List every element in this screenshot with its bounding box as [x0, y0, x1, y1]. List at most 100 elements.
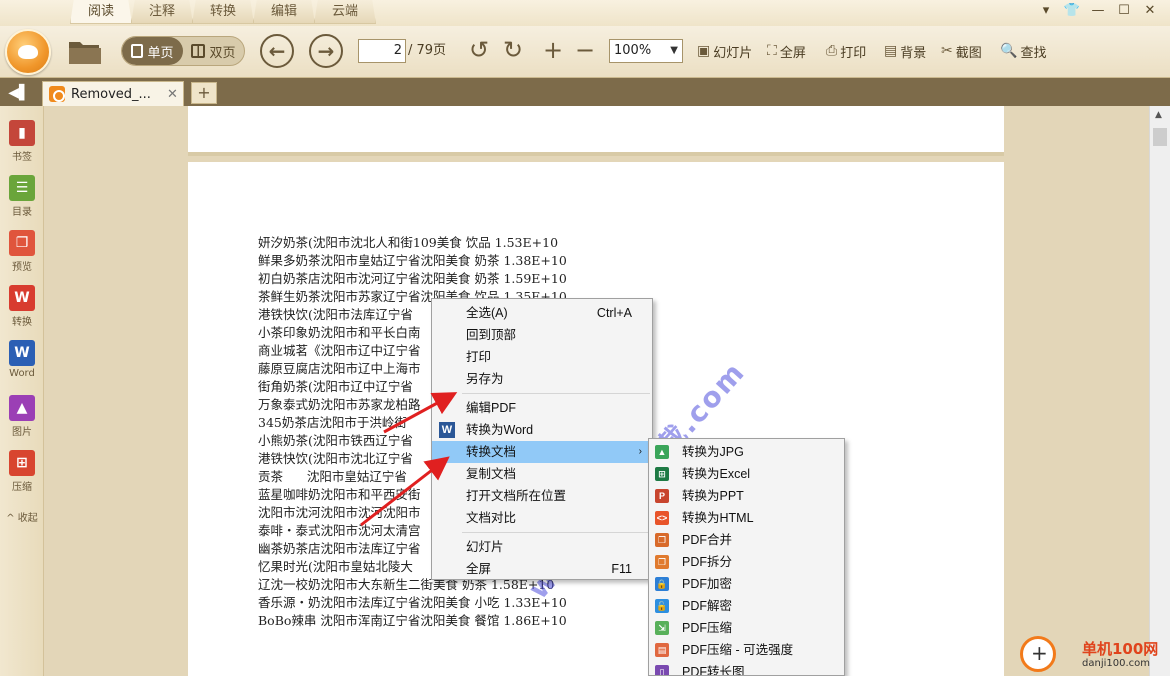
menu-item-label: 复制文档	[466, 467, 517, 481]
fullscreen-button[interactable]: ⛶ 全屏	[767, 38, 806, 64]
menu-tab-read[interactable]: 阅读	[70, 0, 132, 24]
sidebar-label: Word	[9, 368, 35, 379]
site-badge-title: 单机100网	[1082, 640, 1159, 658]
submenu-item-pdf-split[interactable]: ❐ PDF拆分	[649, 551, 844, 573]
arrow-right-icon: →	[317, 39, 335, 63]
menu-item-print[interactable]: 打印	[432, 346, 652, 368]
zoom-out-icon[interactable]: −	[572, 36, 598, 64]
convert-icon: W	[9, 285, 35, 311]
document-tab[interactable]: Removed_... ✕	[42, 81, 184, 106]
sidebar-collapse-button[interactable]: ^ 收起	[0, 509, 44, 524]
menu-tab-annotate[interactable]: 注释	[131, 0, 193, 24]
double-page-label: 双页	[209, 45, 236, 61]
maximize-icon[interactable]: ☐	[1114, 2, 1134, 20]
page-total-label: / 79页	[408, 43, 447, 58]
submenu-item-to-ppt[interactable]: P 转换为PPT	[649, 485, 844, 507]
context-menu: 全选(A) Ctrl+A 回到顶部 打印 另存为 编辑PDF W 转换为Word 转…	[431, 298, 653, 580]
site-logo-icon	[1020, 636, 1056, 672]
menu-item-compare[interactable]: 文档对比	[432, 507, 652, 529]
submenu-item-pdf-merge[interactable]: ❐ PDF合并	[649, 529, 844, 551]
page-mode-switch: 单页 双页	[121, 36, 245, 66]
submenu-item-label: 转换为JPG	[682, 445, 744, 459]
menu-tab-edit[interactable]: 编辑	[253, 0, 315, 24]
menu-item-label: 文档对比	[466, 511, 517, 525]
print-button[interactable]: ⎙ 打印	[826, 38, 866, 64]
sidebar-item-bookmark[interactable]: ▮ 书签	[0, 106, 44, 163]
menu-item-open-location[interactable]: 打开文档所在位置	[432, 485, 652, 507]
submenu-item-pdf-compress-strength[interactable]: ▤ PDF压缩 - 可选强度	[649, 639, 844, 661]
scroll-up-icon[interactable]: ▲	[1155, 110, 1162, 120]
zoom-in-icon[interactable]: +	[540, 36, 566, 64]
jpg-icon: ▲	[655, 445, 669, 459]
bookmark-icon: ▮	[9, 120, 35, 146]
background-button[interactable]: ▤ 背景	[884, 38, 926, 64]
menu-item-select-all[interactable]: 全选(A) Ctrl+A	[432, 302, 652, 324]
word-icon: W	[439, 422, 455, 438]
menu-separator	[462, 393, 650, 394]
tab-close-icon[interactable]: ✕	[167, 87, 178, 102]
prev-page-button[interactable]: ←	[260, 34, 294, 68]
menu-item-convert-document[interactable]: 转换文档 ›	[432, 441, 652, 463]
collapse-sidebar-icon[interactable]: ◀▌	[4, 82, 34, 104]
menu-arrow-icon[interactable]: ▾	[1036, 2, 1056, 20]
background-icon: ▤	[884, 43, 898, 59]
sidebar-item-image[interactable]: ▲ 图片	[0, 381, 44, 438]
menu-item-fullscreen[interactable]: 全屏 F11	[432, 558, 652, 580]
sidebar-item-word[interactable]: W Word	[0, 326, 44, 382]
slideshow-button[interactable]: ▣ 幻灯片	[697, 38, 752, 64]
document-line: 妍汐奶茶(沈阳市沈北人和街109美食 饮品 1.53E+10	[258, 235, 559, 250]
double-page-button[interactable]: 双页	[183, 37, 244, 65]
submenu-item-label: PDF合并	[682, 533, 733, 547]
chevron-right-icon: ›	[638, 446, 642, 457]
toc-icon: ☰	[9, 175, 35, 201]
menu-item-convert-to-word[interactable]: W 转换为Word	[432, 419, 652, 441]
new-tab-button[interactable]: +	[191, 82, 217, 104]
find-button[interactable]: 🔍 查找	[1000, 38, 1046, 64]
single-page-button[interactable]: 单页	[122, 37, 183, 65]
menu-item-save-as[interactable]: 另存为	[432, 368, 652, 390]
menu-item-label: 幻灯片	[466, 540, 504, 554]
menu-item-label: 回到顶部	[466, 328, 517, 342]
vertical-scrollbar[interactable]: ▲	[1149, 106, 1170, 676]
menu-item-back-to-top[interactable]: 回到顶部	[432, 324, 652, 346]
screenshot-button[interactable]: ✂ 截图	[941, 38, 982, 64]
menu-tabs: 阅读 注释 转换 编辑 云端	[70, 0, 376, 24]
open-folder-icon[interactable]	[67, 36, 103, 66]
scissors-icon: ✂	[941, 43, 953, 59]
submenu-item-to-jpg[interactable]: ▲ 转换为JPG	[649, 441, 844, 463]
rotate-right-icon[interactable]: ↻	[500, 36, 526, 64]
submenu-item-pdf-decrypt[interactable]: 🔓 PDF解密	[649, 595, 844, 617]
app-logo[interactable]	[5, 29, 51, 75]
sidebar-item-compress[interactable]: ⊞ 压缩	[0, 436, 44, 493]
sidebar-item-convert[interactable]: W 转换	[0, 271, 44, 328]
menu-tab-cloud[interactable]: 云端	[314, 0, 376, 24]
menu-tab-convert[interactable]: 转换	[192, 0, 254, 24]
minimize-icon[interactable]: —	[1088, 2, 1108, 20]
sidebar-item-preview[interactable]: ❐ 预览	[0, 216, 44, 273]
screenshot-label: 截图	[955, 45, 982, 61]
submenu-item-to-html[interactable]: <> 转换为HTML	[649, 507, 844, 529]
close-icon[interactable]: ✕	[1140, 2, 1160, 20]
page-number-input[interactable]: 2	[358, 39, 406, 63]
submenu-item-pdf-compress[interactable]: ⇲ PDF压缩	[649, 617, 844, 639]
site-badge-url: danji100.com	[1082, 658, 1150, 669]
scroll-thumb[interactable]	[1153, 128, 1167, 146]
site-badge: 单机100网 danji100.com	[1020, 634, 1170, 676]
sidebar-item-toc[interactable]: ☰ 目录	[0, 161, 44, 218]
submenu-item-pdf-long-image[interactable]: ▯ PDF转长图	[649, 661, 844, 676]
zoom-select[interactable]: 100% ▼	[609, 39, 683, 63]
unlock-icon: 🔓	[655, 599, 669, 613]
arrow-left-icon: ←	[268, 39, 286, 63]
submenu-item-pdf-encrypt[interactable]: 🔒 PDF加密	[649, 573, 844, 595]
menu-item-copy-document[interactable]: 复制文档	[432, 463, 652, 485]
skin-icon[interactable]: 👕	[1062, 2, 1082, 20]
submenu-item-label: PDF转长图	[682, 665, 745, 676]
print-label: 打印	[840, 45, 867, 61]
rotate-left-icon[interactable]: ↺	[466, 36, 492, 64]
menu-item-slideshow[interactable]: 幻灯片	[432, 536, 652, 558]
menu-item-edit-pdf[interactable]: 编辑PDF	[432, 397, 652, 419]
menu-item-label: 转换文档	[466, 445, 517, 459]
convert-submenu: ▲ 转换为JPG ⊞ 转换为Excel P 转换为PPT <> 转换为HTML ❐ PDF…	[648, 438, 845, 676]
submenu-item-to-excel[interactable]: ⊞ 转换为Excel	[649, 463, 844, 485]
next-page-button[interactable]: →	[309, 34, 343, 68]
